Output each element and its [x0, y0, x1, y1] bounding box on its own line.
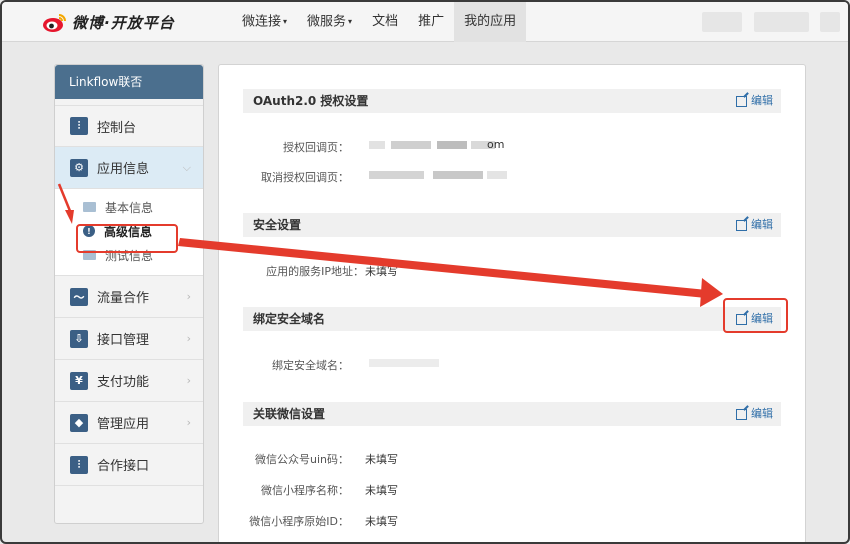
redacted-value [433, 171, 483, 179]
nav-menu: 微连接 ▾ 微服务 ▾ 文档 推广 我的应用 [232, 2, 527, 42]
nav-label: 我的应用 [464, 14, 517, 29]
sidebar: Linkflow联否 ⫶ 控制台 ⚙ 应用信息 ⌵ 基本信息 ! 高级信息 测试… [54, 64, 204, 524]
nav-label: 推广 [418, 14, 445, 29]
sidebar-item-label: 接口管理 [97, 333, 150, 348]
edit-icon [736, 95, 747, 107]
sliders-icon: ⫶ [70, 117, 88, 135]
mini-id-value: 未填写 [365, 515, 398, 528]
field-label: 应用的服务IP地址： [266, 265, 364, 278]
main-panel: OAuth2.0 授权设置 编辑 授权回调页： om 取消授权回调页： 安全设置… [218, 64, 806, 542]
submenu-label: 基本信息 [105, 200, 154, 215]
field-label: 微信小程序原始ID： [249, 515, 349, 528]
section-wechat-header: 关联微信设置 编辑 [243, 402, 781, 426]
section-title: 绑定安全域名 [253, 312, 326, 326]
auth-callback-value: om [487, 138, 505, 151]
nav-label: 文档 [372, 14, 399, 29]
chevron-right-icon: › [186, 332, 191, 345]
chart-line-icon: 〜 [70, 287, 88, 306]
redacted-value [487, 171, 507, 179]
edit-label: 编辑 [751, 218, 773, 231]
card-icon [83, 202, 96, 212]
logo-text: 微博·开放平台 [72, 13, 175, 32]
edit-oauth-button[interactable]: 编辑 [736, 89, 773, 113]
gear-icon: ⚙ [70, 158, 88, 177]
section-domain-header: 绑定安全域名 编辑 [243, 307, 781, 331]
top-nav: 微博·开放平台 微连接 ▾ 微服务 ▾ 文档 推广 我的应用 [2, 2, 848, 42]
redacted-value [391, 141, 431, 149]
blurred-user-area [702, 12, 742, 32]
redacted-value [437, 141, 467, 149]
sliders-icon: ⫶ [70, 455, 88, 474]
section-title: OAuth2.0 授权设置 [253, 94, 369, 108]
field-label: 微信小程序名称： [261, 484, 349, 497]
highlight-box-edit-domain [723, 298, 788, 333]
redacted-value [369, 141, 385, 149]
caret-down-icon: ▾ [283, 17, 288, 26]
blurred-user-area [820, 12, 840, 32]
edit-icon [736, 219, 747, 231]
app-window: 微博·开放平台 微连接 ▾ 微服务 ▾ 文档 推广 我的应用 Linkflow联否 … [0, 0, 850, 544]
sidebar-item-api-manage[interactable]: ⇩ 接口管理 › [55, 318, 203, 360]
section-oauth-header: OAuth2.0 授权设置 编辑 [243, 89, 781, 113]
wechat-uin-value: 未填写 [365, 453, 398, 466]
section-title: 安全设置 [253, 218, 302, 232]
edit-security-button[interactable]: 编辑 [736, 213, 773, 237]
chevron-right-icon: › [186, 290, 191, 303]
weibo-logo[interactable]: 微博·开放平台 [42, 10, 175, 34]
chevron-right-icon: › [186, 416, 191, 429]
highlight-box-advanced-info [76, 224, 178, 253]
edit-wechat-button[interactable]: 编辑 [736, 402, 773, 426]
sidebar-item-app-info[interactable]: ⚙ 应用信息 ⌵ [55, 147, 203, 189]
nav-label: 微服务 [307, 14, 347, 30]
layers-icon: ◆ [70, 413, 88, 432]
redacted-value [369, 171, 424, 179]
submenu-basic-info[interactable]: 基本信息 [83, 195, 203, 219]
sidebar-item-label: 支付功能 [97, 375, 150, 390]
sidebar-item-manage-app[interactable]: ◆ 管理应用 › [55, 402, 203, 444]
server-ip-value: 未填写 [365, 265, 398, 278]
nav-item-promote[interactable]: 推广 [408, 2, 454, 42]
field-label: 微信公众号uin码： [255, 453, 349, 466]
nav-item-micro-service[interactable]: 微服务 ▾ [297, 2, 362, 42]
mini-name-value: 未填写 [365, 484, 398, 497]
section-security-header: 安全设置 编辑 [243, 213, 781, 237]
nav-item-micro-connect[interactable]: 微连接 ▾ [232, 2, 297, 42]
weibo-eye-icon [42, 11, 68, 33]
plug-icon: ⇩ [70, 329, 88, 348]
blurred-user-area [754, 12, 809, 32]
field-label: 绑定安全域名： [272, 359, 349, 372]
chevron-right-icon: › [186, 374, 191, 387]
yen-icon: ¥ [70, 371, 88, 390]
chevron-down-icon: ⌵ [182, 161, 191, 174]
sidebar-item-label: 合作接口 [97, 459, 150, 474]
sidebar-item-label: 管理应用 [97, 417, 150, 432]
nav-label: 微连接 [242, 14, 282, 30]
nav-item-my-apps[interactable]: 我的应用 [454, 2, 527, 42]
sidebar-item-label: 流量合作 [97, 291, 150, 306]
edit-icon [736, 408, 747, 420]
sidebar-item-console[interactable]: ⫶ 控制台 [55, 105, 203, 147]
nav-item-docs[interactable]: 文档 [362, 2, 408, 42]
field-label: 取消授权回调页： [261, 171, 349, 184]
edit-label: 编辑 [751, 407, 773, 420]
section-title: 关联微信设置 [253, 407, 326, 421]
field-label: 授权回调页： [283, 141, 349, 154]
sidebar-item-traffic[interactable]: 〜 流量合作 › [55, 276, 203, 318]
sidebar-item-partner-api[interactable]: ⫶ 合作接口 [55, 444, 203, 486]
sidebar-app-title: Linkflow联否 [55, 65, 203, 99]
redacted-value [369, 359, 439, 367]
sidebar-item-label: 控制台 [97, 120, 137, 136]
sidebar-item-label: 应用信息 [97, 162, 150, 177]
sidebar-item-payment[interactable]: ¥ 支付功能 › [55, 360, 203, 402]
caret-down-icon: ▾ [348, 17, 353, 26]
edit-label: 编辑 [751, 94, 773, 107]
